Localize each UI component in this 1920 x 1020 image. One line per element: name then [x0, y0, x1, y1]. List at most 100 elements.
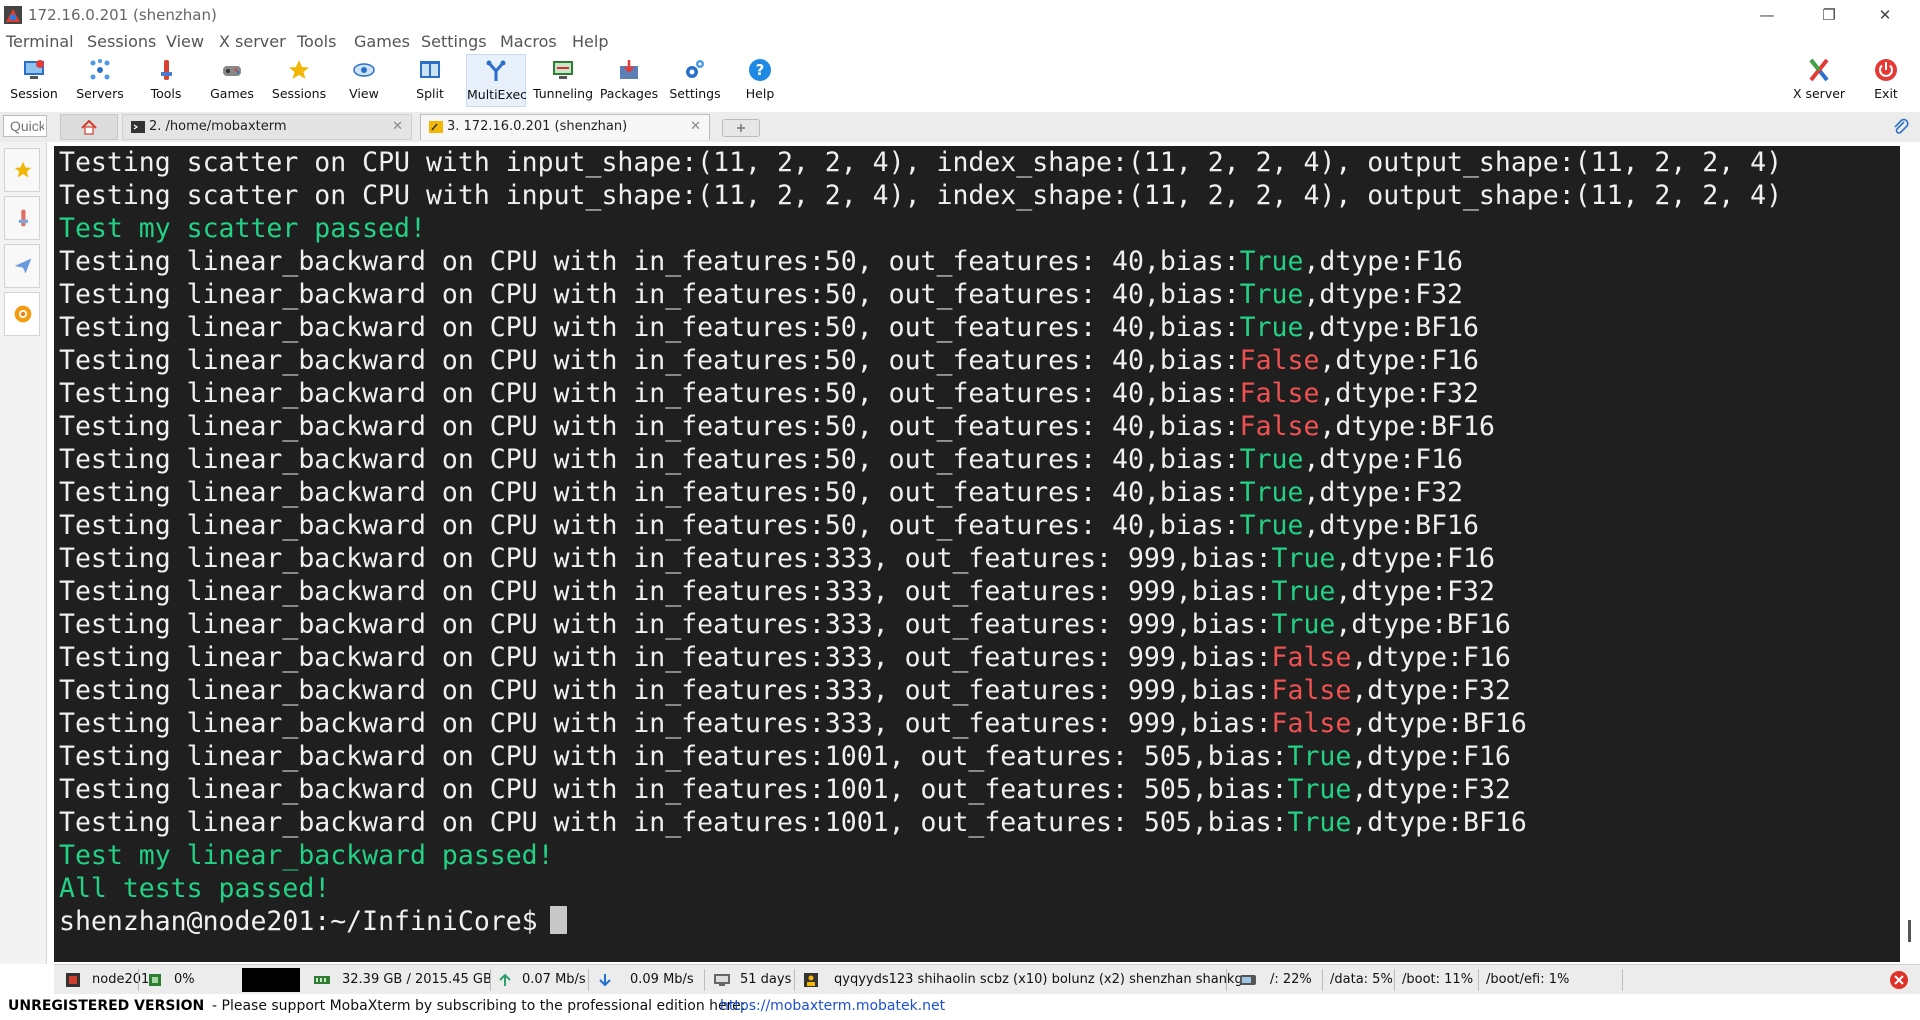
close-x-icon: [1894, 975, 1904, 985]
terminal-line: Testing linear_backward on CPU with in_f…: [54, 311, 1900, 344]
servers-button[interactable]: Servers: [70, 54, 130, 107]
star-icon: [14, 161, 32, 178]
bias-value: True: [1239, 279, 1304, 310]
close-tab-icon[interactable]: ✕: [392, 115, 403, 139]
disk-icon: [1240, 975, 1256, 985]
x-server-button[interactable]: X server: [1788, 54, 1850, 107]
terminal-line: Testing linear_backward on CPU with in_f…: [54, 377, 1900, 410]
terminal-line-text: Testing linear_backward on CPU with in_f…: [59, 543, 1272, 574]
terminal-line: Test my linear_backward passed!: [59, 840, 554, 871]
menu-macros[interactable]: Macros: [500, 32, 557, 51]
tab-local-terminal[interactable]: 2. /home/mobaxterm ✕: [122, 114, 412, 140]
tab-bar: 2. /home/mobaxterm ✕ 3. 172.16.0.201 (sh…: [0, 112, 1920, 142]
download-arrow-icon: [599, 974, 611, 987]
menu-help[interactable]: Help: [572, 32, 608, 51]
help-button[interactable]: ? Help: [732, 54, 788, 107]
upload-arrow-icon: [499, 973, 511, 986]
home-tab[interactable]: [60, 114, 118, 140]
sidebar-sftp-button[interactable]: [4, 292, 40, 336]
exit-button[interactable]: Exit: [1860, 54, 1912, 107]
dtype-text: ,dtype:F16: [1303, 444, 1463, 475]
tools-icon: [18, 209, 28, 227]
terminal-line-text: Testing linear_backward on CPU with in_f…: [59, 774, 1288, 805]
dtype-text: ,dtype:BF16: [1319, 411, 1495, 442]
close-tab-icon[interactable]: ✕: [690, 115, 701, 139]
text-cursor: [549, 906, 567, 934]
packages-button[interactable]: Packages: [598, 54, 660, 107]
status-download: 0.09 Mb/s: [630, 972, 694, 987]
sidebar-macros-button[interactable]: [4, 244, 40, 288]
bias-value: False: [1271, 675, 1352, 706]
terminal-scrollbar[interactable]: [1900, 146, 1920, 962]
terminal-line: Testing linear_backward on CPU with in_f…: [54, 575, 1900, 608]
multiexec-button[interactable]: MultiExec: [466, 54, 527, 107]
power-icon: [1875, 59, 1897, 81]
menu-games[interactable]: Games: [354, 32, 410, 51]
tunneling-button[interactable]: Tunneling: [532, 54, 594, 107]
terminal-line: Test my scatter passed!: [59, 213, 426, 244]
maximize-button[interactable]: ❐: [1806, 0, 1852, 30]
dtype-text: ,dtype:BF16: [1351, 708, 1527, 739]
dtype-text: ,dtype:F32: [1351, 675, 1511, 706]
bias-value: True: [1287, 774, 1352, 805]
status-upload: 0.07 Mb/s: [522, 972, 586, 987]
status-disk-root: /: 22%: [1270, 972, 1312, 987]
status-uptime: 51 days: [740, 972, 792, 987]
terminal-line-text: Testing linear_backward on CPU with in_f…: [59, 675, 1272, 706]
bias-value: False: [1271, 642, 1352, 673]
terminal-line: All tests passed!: [59, 873, 331, 904]
menu-tools[interactable]: Tools: [297, 32, 336, 51]
sidebar-tools-button[interactable]: [4, 196, 40, 240]
bias-value: False: [1271, 708, 1352, 739]
scrollbar-thumb[interactable]: [1908, 920, 1911, 942]
split-button[interactable]: Split: [404, 54, 456, 107]
mobatek-link[interactable]: https://mobaxterm.mobatek.net: [720, 998, 945, 1014]
terminal-line: Testing linear_backward on CPU with in_f…: [54, 740, 1900, 773]
menu-x-server[interactable]: X server: [219, 32, 286, 51]
x-server-icon: [1809, 58, 1829, 82]
menu-terminal[interactable]: Terminal: [6, 32, 74, 51]
sidebar-sessions-button[interactable]: [4, 148, 40, 192]
minimize-button[interactable]: —: [1744, 0, 1790, 30]
new-tab-button[interactable]: [722, 119, 760, 137]
sftp-globe-icon: [14, 305, 32, 323]
bias-value: True: [1239, 312, 1304, 343]
dtype-text: ,dtype:F32: [1351, 774, 1511, 805]
menu-settings[interactable]: Settings: [421, 32, 487, 51]
view-button[interactable]: View: [336, 54, 392, 107]
status-exit-icon[interactable]: [1890, 971, 1908, 989]
menu-bar: Terminal Sessions View X server Tools Ga…: [0, 30, 1920, 54]
sessions-button[interactable]: Sessions: [268, 54, 330, 107]
bias-value: True: [1271, 576, 1336, 607]
terminal-line-text: Testing linear_backward on CPU with in_f…: [59, 345, 1240, 376]
tools-button[interactable]: Tools: [136, 54, 196, 107]
tools-wrench-icon: [161, 60, 172, 80]
terminal-line-text: Testing linear_backward on CPU with in_f…: [59, 477, 1240, 508]
menu-sessions[interactable]: Sessions: [87, 32, 156, 51]
close-window-button[interactable]: ✕: [1862, 0, 1908, 30]
dtype-text: ,dtype:BF16: [1303, 312, 1479, 343]
terminal-line: Testing linear_backward on CPU with in_f…: [54, 443, 1900, 476]
session-button[interactable]: Session: [4, 54, 64, 107]
cpu-graph: [242, 968, 300, 992]
menu-view[interactable]: View: [166, 32, 204, 51]
terminal-line: Testing linear_backward on CPU with in_f…: [54, 410, 1900, 443]
terminal-output[interactable]: Testing scatter on CPU with input_shape:…: [54, 146, 1900, 962]
games-button[interactable]: Games: [202, 54, 262, 107]
status-host: node201: [92, 972, 150, 987]
multiexec-fork-icon: [486, 60, 506, 81]
tab-ssh-session[interactable]: 3. 172.16.0.201 (shenzhan) ✕: [420, 114, 710, 140]
dtype-text: ,dtype:F16: [1303, 246, 1463, 277]
shell-prompt-line[interactable]: shenzhan@node201:~/InfiniCore$: [54, 905, 1900, 938]
terminal-icon: [131, 121, 145, 133]
host-icon: [66, 973, 80, 987]
window-title: 172.16.0.201 (shenzhan): [28, 6, 217, 24]
status-cpu: 0%: [174, 972, 195, 987]
footer-bar: UNREGISTERED VERSION - Please support Mo…: [0, 994, 1920, 1020]
terminal-line-text: Testing linear_backward on CPU with in_f…: [59, 378, 1240, 409]
settings-button[interactable]: Settings: [664, 54, 726, 107]
terminal-line-text: Testing linear_backward on CPU with in_f…: [59, 741, 1288, 772]
paperclip-icon[interactable]: [1892, 118, 1910, 136]
bias-value: False: [1239, 345, 1320, 376]
quick-connect-input[interactable]: [3, 115, 47, 137]
